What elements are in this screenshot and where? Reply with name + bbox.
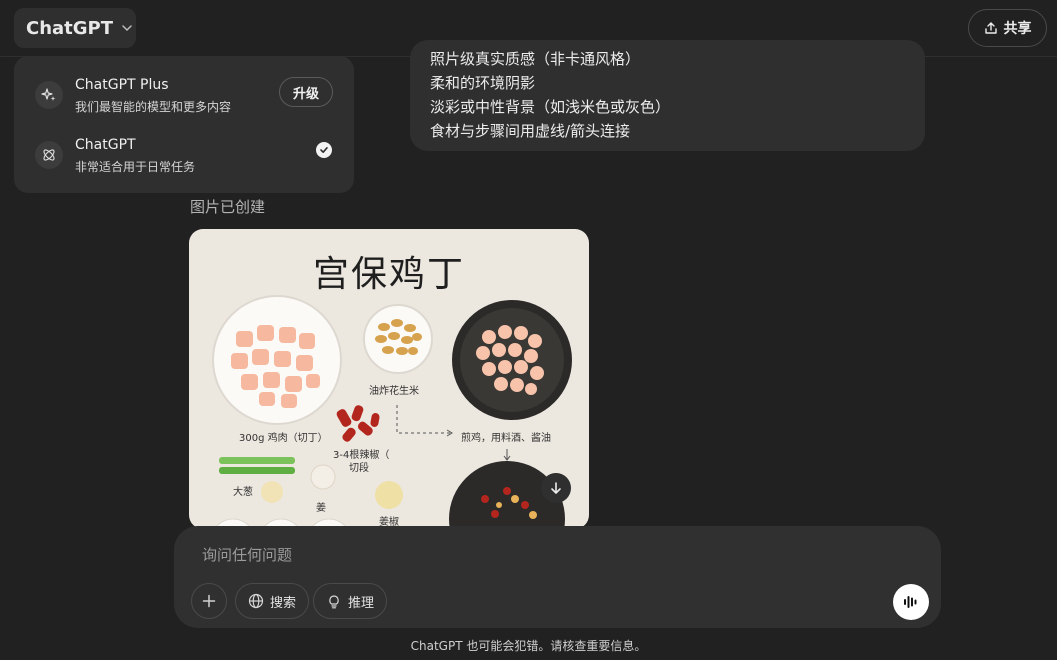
model-option-name: ChatGPT Plus: [75, 77, 169, 93]
voice-mode-button[interactable]: [893, 584, 929, 620]
model-switcher-button[interactable]: ChatGPT: [14, 8, 136, 48]
step-caption: 煎鸡，用料酒、酱油: [461, 433, 551, 444]
model-option-desc: 非常适合用于日常任务: [75, 160, 196, 174]
generated-image[interactable]: 宫保鸡丁 300g 鸡肉（切丁） 油炸花生米 3-4根辣椒（ 切段 煎鸡，用料酒…: [189, 229, 589, 529]
ingredient-caption: 油炸花生米: [369, 386, 419, 397]
message-line: 食材与步骤间用虚线/箭头连接: [430, 122, 631, 140]
assistant-message: 照片级真实质感（非卡通风格） 柔和的环境阴影 淡彩或中性背景（如浅米色或灰色） …: [410, 40, 925, 151]
prompt-input[interactable]: 询问任何问题: [202, 544, 292, 565]
check-icon: [316, 142, 332, 158]
waveform-icon: [904, 596, 917, 608]
upgrade-button[interactable]: 升级: [279, 77, 333, 107]
model-name: ChatGPT: [26, 17, 114, 39]
message-composer: 询问任何问题 搜索 推理: [174, 526, 941, 628]
model-dropdown-menu: ChatGPT Plus 我们最智能的模型和更多内容 升级 ChatGPT 非常…: [14, 56, 354, 193]
ingredient-caption: 300g 鸡肉（切丁）: [239, 433, 328, 444]
share-button[interactable]: 共享: [968, 9, 1047, 47]
ingredient-caption: 姜: [316, 503, 326, 514]
model-option-name: ChatGPT: [75, 137, 136, 153]
globe-icon: [248, 593, 264, 609]
sparkles-icon: [35, 81, 63, 109]
attach-button[interactable]: [191, 583, 227, 619]
model-option-desc: 我们最智能的模型和更多内容: [75, 100, 232, 114]
search-label: 搜索: [270, 595, 297, 611]
message-line: 淡彩或中性背景（如浅米色或灰色）: [430, 98, 671, 116]
lightbulb-icon: [329, 595, 339, 609]
share-label: 共享: [1003, 21, 1032, 37]
disclaimer-text: ChatGPT 也可能会犯错。请核查重要信息。: [410, 639, 647, 653]
message-line: 柔和的环境阴影: [430, 74, 536, 92]
arrow-down-icon: [551, 482, 561, 494]
plus-icon: [202, 594, 216, 608]
chevron-down-icon: [122, 25, 132, 32]
ingredient-caption: 大葱: [233, 487, 253, 498]
reason-button[interactable]: 推理: [313, 583, 388, 619]
ingredient-caption: 切段: [349, 463, 369, 474]
download-button[interactable]: [541, 473, 571, 503]
model-option-default[interactable]: ChatGPT 非常适合用于日常任务: [14, 127, 354, 183]
atom-icon: [35, 141, 63, 169]
share-icon: [984, 22, 997, 34]
message-line: 照片级真实质感（非卡通风格）: [430, 50, 641, 68]
reason-label: 推理: [348, 595, 375, 611]
model-option-plus[interactable]: ChatGPT Plus 我们最智能的模型和更多内容 升级: [14, 67, 354, 123]
image-status-label: 图片已创建: [190, 198, 266, 216]
search-button[interactable]: 搜索: [235, 583, 310, 619]
